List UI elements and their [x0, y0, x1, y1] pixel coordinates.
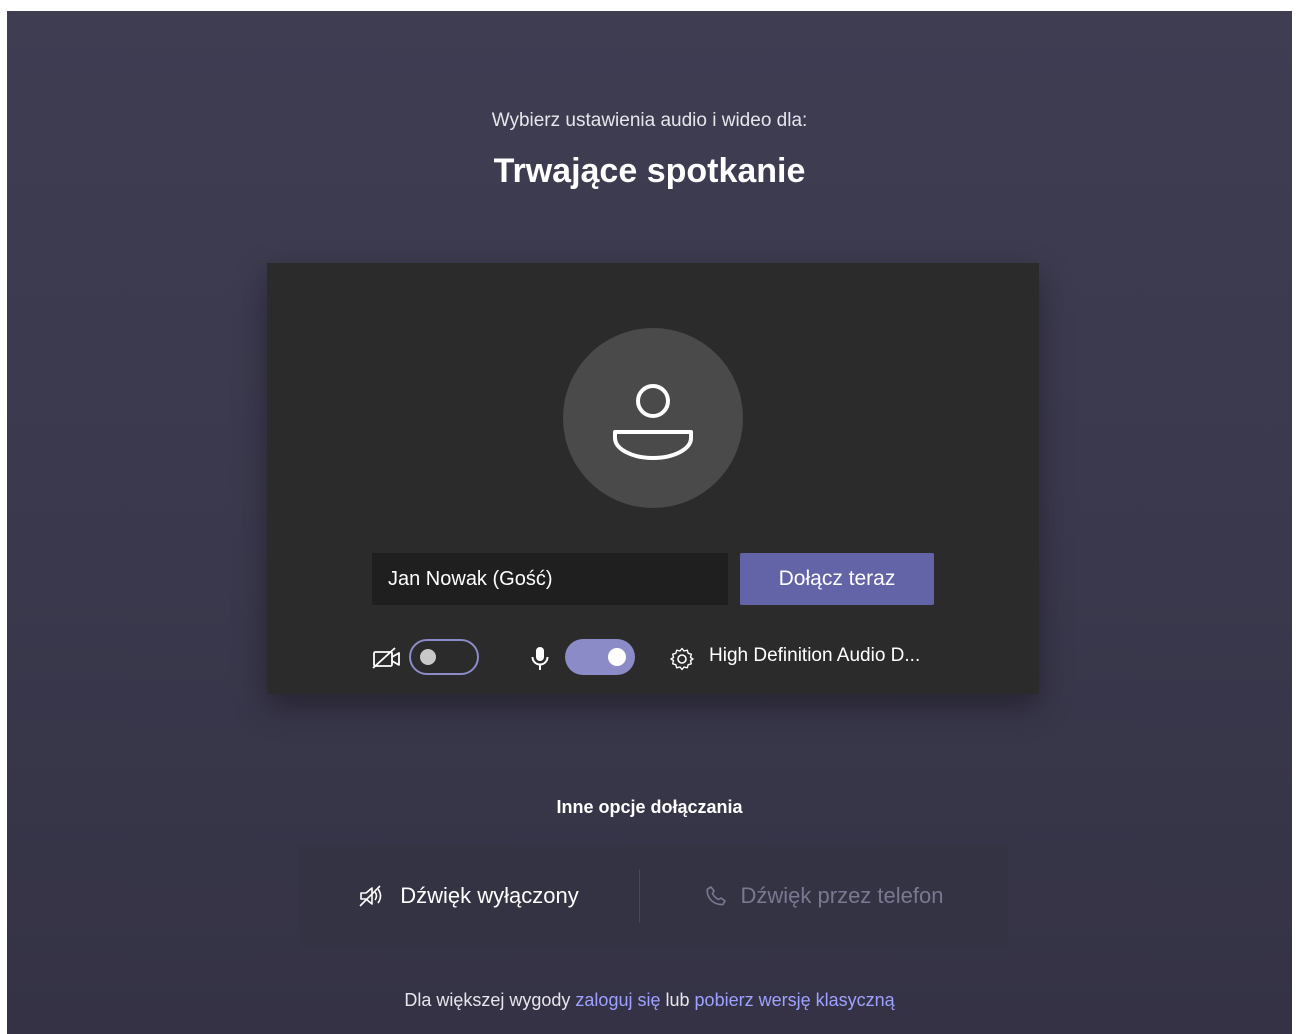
phone-audio-label: Dźwięk przez telefon: [740, 883, 944, 908]
meeting-title: Trwające spotkanie: [493, 152, 806, 190]
video-off-icon: [372, 647, 400, 669]
microphone-toggle[interactable]: [565, 639, 635, 675]
device-controls: High Definition Audio D...: [267, 635, 1039, 679]
pre-join-screen: Wybierz ustawienia audio i wideo dla: Tr…: [7, 11, 1292, 1034]
phone-icon: [705, 886, 726, 906]
video-preview-card: Dołącz teraz High Defi: [267, 263, 1039, 694]
phone-audio-option[interactable]: Dźwięk przez telefon: [640, 845, 1008, 947]
camera-toggle-knob: [420, 649, 436, 665]
audio-off-option[interactable]: Dźwięk wyłączony: [298, 845, 639, 947]
avatar: [563, 328, 743, 508]
audio-off-label: Dźwięk wyłączony: [400, 883, 579, 908]
person-icon: [613, 384, 693, 460]
microphone-icon: [531, 647, 549, 670]
microphone-toggle-knob: [608, 648, 626, 666]
join-now-button[interactable]: Dołącz teraz: [740, 553, 934, 605]
other-join-options-heading: Inne opcje dołączania: [556, 797, 743, 817]
gear-icon[interactable]: [669, 646, 695, 672]
camera-toggle[interactable]: [409, 639, 479, 675]
sign-in-link[interactable]: zaloguj się: [575, 990, 660, 1010]
audio-device-label[interactable]: High Definition Audio D...: [709, 645, 920, 667]
speaker-off-icon: [359, 885, 382, 907]
footer-prefix: Dla większej wygody: [404, 990, 571, 1010]
footer-middle: lub: [665, 990, 690, 1010]
name-input[interactable]: [372, 553, 728, 605]
subtitle: Wybierz ustawienia audio i wideo dla:: [491, 110, 808, 131]
download-desktop-link[interactable]: pobierz wersję klasyczną: [695, 990, 895, 1010]
footer-text: Dla większej wygody zaloguj się lub pobi…: [7, 990, 1292, 1011]
other-join-options: Dźwięk wyłączony Dźwięk przez telefon: [298, 845, 1008, 947]
